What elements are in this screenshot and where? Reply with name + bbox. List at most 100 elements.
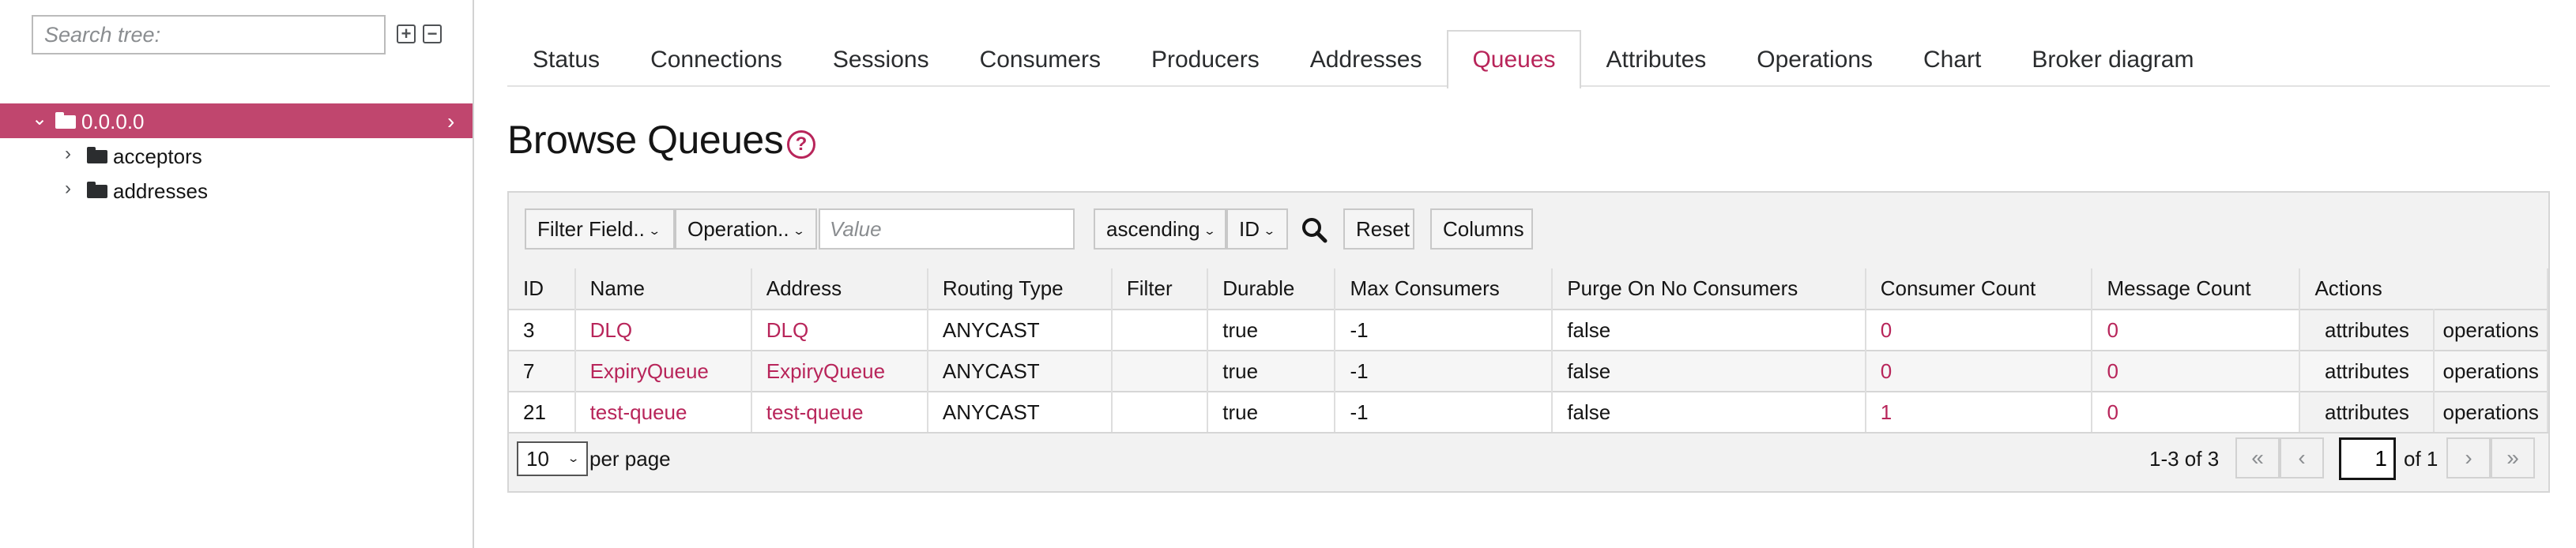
column-header-durable[interactable]: Durable [1207, 268, 1336, 310]
chevron-down-icon: ⌄ [792, 225, 806, 238]
tab-addresses[interactable]: Addresses [1285, 30, 1448, 87]
attributes-button[interactable]: attributes [2299, 391, 2435, 434]
column-header-message-count[interactable]: Message Count [2092, 268, 2301, 310]
operations-button[interactable]: operations [2434, 391, 2548, 434]
column-header-consumer-count[interactable]: Consumer Count [1865, 268, 2093, 310]
consumer-count-link[interactable]: 0 [1865, 309, 2093, 351]
column-header-routing-type[interactable]: Routing Type [927, 268, 1113, 310]
operation-label: Operation.. [687, 217, 789, 241]
next-page-button[interactable]: › [2446, 437, 2491, 479]
page-title: Browse Queues [507, 118, 784, 162]
filter-field-dropdown[interactable]: Filter Field.. ⌄ [525, 208, 675, 250]
cell-id: 21 [509, 391, 576, 434]
columns-button[interactable]: Columns [1430, 208, 1533, 250]
cell-routing-type: ANYCAST [927, 309, 1113, 351]
cell-filter [1111, 391, 1209, 434]
column-header-address[interactable]: Address [751, 268, 928, 310]
column-header-name[interactable]: Name [574, 268, 752, 310]
table-row: 7 ExpiryQueue ExpiryQueue ANYCAST true -… [509, 350, 2548, 392]
cell-filter [1111, 309, 1209, 351]
cell-durable: true [1207, 350, 1336, 392]
queue-name-link[interactable]: DLQ [574, 309, 752, 351]
sort-field-dropdown[interactable]: ID ⌄ [1226, 208, 1288, 250]
current-page-input[interactable] [2339, 437, 2396, 480]
collapse-all-icon[interactable]: − [423, 24, 442, 43]
last-page-button[interactable]: » [2491, 437, 2535, 479]
page-size-value: 10 [526, 447, 549, 471]
tree-node-label: 0.0.0.0 [81, 110, 145, 133]
tab-connections[interactable]: Connections [625, 30, 808, 87]
tab-status[interactable]: Status [507, 30, 625, 87]
search-tree-field[interactable] [32, 15, 386, 54]
address-link[interactable]: test-queue [751, 391, 928, 434]
queue-name-link[interactable]: test-queue [574, 391, 752, 434]
operation-dropdown[interactable]: Operation.. ⌄ [675, 208, 817, 250]
tab-attributes[interactable]: Attributes [1581, 30, 1732, 87]
page-size-select[interactable]: 10 ⌄ [517, 441, 588, 476]
chevron-right-icon: › [447, 109, 455, 133]
message-count-link[interactable]: 0 [2092, 350, 2301, 392]
first-page-button[interactable]: « [2235, 437, 2280, 479]
chevron-down-icon: ⌄ [1203, 225, 1217, 238]
address-link[interactable]: ExpiryQueue [751, 350, 928, 392]
reset-button[interactable]: Reset [1343, 208, 1414, 250]
folder-icon [55, 112, 76, 129]
tab-producers[interactable]: Producers [1126, 30, 1285, 87]
help-icon[interactable]: ? [787, 130, 815, 159]
tab-queues[interactable]: Queues [1447, 30, 1581, 88]
chevron-right-icon[interactable]: › [65, 179, 71, 198]
address-link[interactable]: DLQ [751, 309, 928, 351]
operations-button[interactable]: operations [2434, 309, 2548, 351]
tree-node-acceptors[interactable]: › acceptors [0, 138, 473, 173]
tab-broker-diagram[interactable]: Broker diagram [2006, 30, 2219, 87]
tree-node-addresses[interactable]: › addresses [0, 173, 473, 208]
filter-field-label: Filter Field.. [537, 217, 645, 241]
attributes-button[interactable]: attributes [2299, 309, 2435, 351]
table-row: 21 test-queue test-queue ANYCAST true -1… [509, 391, 2548, 434]
column-header-max-consumers[interactable]: Max Consumers [1335, 268, 1554, 310]
table-header-row: ID Name Address Routing Type Filter Dura… [509, 268, 2548, 310]
previous-page-button[interactable]: ‹ [2280, 437, 2324, 479]
column-header-filter[interactable]: Filter [1111, 268, 1209, 310]
message-count-link[interactable]: 0 [2092, 309, 2301, 351]
column-header-purge[interactable]: Purge On No Consumers [1552, 268, 1866, 310]
consumer-count-link[interactable]: 1 [1865, 391, 2093, 434]
cell-id: 7 [509, 350, 576, 392]
cell-durable: true [1207, 391, 1336, 434]
chevron-down-icon: ⌄ [647, 225, 661, 238]
chevron-right-icon[interactable]: › [65, 145, 71, 163]
column-header-actions: Actions [2299, 268, 2548, 310]
cell-purge: false [1552, 350, 1866, 392]
consumer-count-link[interactable]: 0 [1865, 350, 2093, 392]
queues-table: ID Name Address Routing Type Filter Dura… [509, 268, 2548, 434]
tab-operations[interactable]: Operations [1731, 30, 1898, 87]
column-header-id[interactable]: ID [509, 268, 576, 310]
queue-name-link[interactable]: ExpiryQueue [574, 350, 752, 392]
queues-panel: Filter Field..⌄ Operation..⌄ ascending⌄ … [507, 191, 2550, 493]
message-count-link[interactable]: 0 [2092, 391, 2301, 434]
cell-max-consumers: -1 [1335, 391, 1554, 434]
tab-consumers[interactable]: Consumers [955, 30, 1126, 87]
pagination-range: 1-3 of 3 [2149, 447, 2220, 471]
tree-node-label: addresses [113, 179, 208, 203]
sort-order-dropdown[interactable]: ascending ⌄ [1094, 208, 1226, 250]
search-tree-input[interactable] [33, 17, 384, 53]
tab-sessions[interactable]: Sessions [808, 30, 955, 87]
cell-purge: false [1552, 309, 1866, 351]
cell-max-consumers: -1 [1335, 350, 1554, 392]
per-page-label: per page [589, 447, 671, 471]
chevron-down-icon[interactable]: ⌄ [32, 110, 47, 129]
cell-filter [1111, 350, 1209, 392]
operations-button[interactable]: operations [2434, 350, 2548, 392]
search-icon[interactable] [1301, 216, 1328, 243]
expand-all-icon[interactable]: + [397, 24, 416, 43]
folder-icon [87, 147, 107, 163]
tab-chart[interactable]: Chart [1898, 30, 2006, 87]
attributes-button[interactable]: attributes [2299, 350, 2435, 392]
total-pages-label: of 1 [2404, 447, 2439, 471]
cell-durable: true [1207, 309, 1336, 351]
chevron-down-icon: ⌄ [1263, 225, 1276, 238]
tree-node-label: acceptors [113, 145, 202, 168]
filter-value-input[interactable] [819, 208, 1075, 250]
tree-node-root[interactable]: ⌄ 0.0.0.0 › [0, 103, 473, 138]
